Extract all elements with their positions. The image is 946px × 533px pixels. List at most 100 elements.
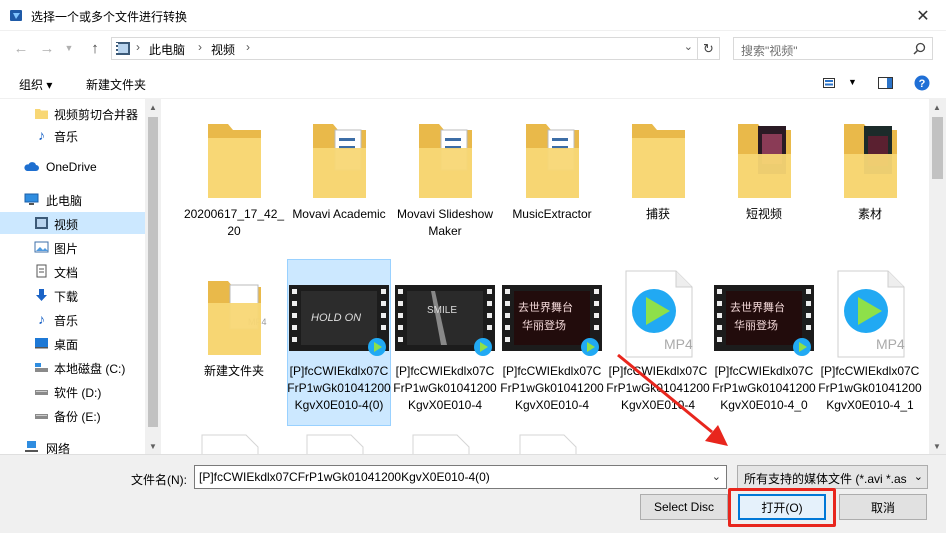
sidebar-item-label: 此电脑	[46, 194, 83, 208]
mp4-label: MP4	[876, 336, 905, 352]
forward-button[interactable]: →	[37, 37, 57, 59]
file-name: 新建文件夹	[203, 364, 264, 378]
address-bar[interactable]: › 此电脑 › 视频 › ⌄	[111, 37, 698, 60]
file-page-icon	[519, 434, 577, 454]
sidebar-item-documents[interactable]: 文档	[0, 260, 145, 282]
folder-icon	[208, 124, 261, 198]
scroll-up-icon[interactable]: ▲	[929, 99, 945, 115]
holdon-text: HOLD ON	[311, 312, 361, 324]
sidebar-item-label: 图片	[54, 242, 79, 256]
file-name: Movavi Academic	[292, 207, 386, 221]
sidebar-item-downloads[interactable]: 下载	[0, 284, 145, 306]
breadcrumb-videos[interactable]: 视频	[211, 41, 235, 58]
up-button[interactable]: ↑	[85, 37, 105, 59]
help-icon[interactable]: ?	[914, 75, 930, 91]
mp4-file-icon: MP4	[837, 270, 905, 358]
chevron-down-icon[interactable]: ⌄	[712, 470, 721, 483]
close-button[interactable]: ✕	[900, 0, 946, 31]
search-icon	[913, 42, 926, 55]
file-page-icon	[201, 434, 259, 454]
navigation-pane: 视频剪切合并器 ♪ 音乐 OneDrive 此电脑 视频 图片 文档 下载 ♪ …	[0, 99, 161, 454]
chevron-down-icon: ⌄	[911, 470, 923, 483]
refresh-button[interactable]: ↻	[698, 37, 720, 60]
sidebar-item-label: 下载	[54, 290, 79, 304]
sidebar-item-drive-c[interactable]: 本地磁盘 (C:)	[0, 356, 145, 378]
sidebar-item-drive-d[interactable]: 软件 (D:)	[0, 380, 145, 402]
file-name: [P]fcCWIEkdlx07CFrP1wGk01041200KgvX0E010…	[818, 364, 922, 412]
sidebar-item-music-quick[interactable]: ♪ 音乐	[0, 124, 145, 146]
folder-document-icon	[419, 124, 472, 198]
folder-icon	[632, 124, 685, 198]
sidebar-item-label: 视频	[54, 218, 79, 232]
red-title-line2: 华丽登场	[522, 318, 566, 332]
red-title-line1: 去世界舞台	[730, 300, 785, 314]
sidebar-item-label: OneDrive	[46, 160, 97, 174]
video-folder-icon	[116, 42, 130, 55]
organize-button[interactable]: 组织 ▾	[19, 76, 52, 93]
scroll-down-icon[interactable]: ▼	[929, 438, 945, 454]
video-thumbnail-icon: 去世界舞台 华丽登场	[714, 285, 814, 356]
sidebar-item-label: 音乐	[54, 130, 79, 144]
sidebar-item-label: 网络	[46, 442, 71, 454]
folder-icon	[35, 109, 48, 119]
sidebar-item-desktop[interactable]: 桌面	[0, 332, 145, 354]
sidebar-item-music[interactable]: ♪ 音乐	[0, 308, 145, 330]
file-page-icon	[412, 434, 470, 454]
computer-icon	[24, 193, 39, 205]
desktop-icon	[35, 338, 48, 349]
video-folder-icon	[35, 217, 48, 229]
file-list-scroll-thumb[interactable]	[932, 117, 943, 179]
sidebar-item-label: 软件 (D:)	[54, 386, 102, 400]
search-input[interactable]: 搜索"视频"	[733, 37, 933, 60]
pictures-icon	[34, 241, 49, 253]
select-disc-button[interactable]: Select Disc	[640, 494, 728, 520]
folder-document-icon	[526, 124, 579, 198]
back-button[interactable]: ←	[11, 37, 31, 59]
filename-input[interactable]: [P]fcCWIEkdlx07CFrP1wGk01041200KgvX0E010…	[194, 465, 727, 489]
scroll-up-icon[interactable]: ▲	[145, 99, 161, 115]
view-mode-icon[interactable]	[823, 78, 835, 88]
chevron-down-icon: ▼	[64, 43, 74, 53]
sidebar-item-label: 视频剪切合并器	[54, 108, 139, 122]
preview-pane-icon[interactable]	[878, 77, 893, 89]
sidebar-item-videos[interactable]: 视频	[0, 212, 145, 234]
sidebar-item-onedrive[interactable]: OneDrive	[0, 156, 145, 178]
up-arrow-icon: ↑	[91, 39, 99, 57]
filename-value: [P]fcCWIEkdlx07CFrP1wGk01041200KgvX0E010…	[199, 470, 490, 484]
file-name: [P]fcCWIEkdlx07CFrP1wGk01041200KgvX0E010…	[606, 364, 710, 412]
folder-mp4-icon: MP4	[208, 281, 267, 355]
red-title-line1: 去世界舞台	[518, 300, 573, 314]
video-thumbnail-icon: 去世界舞台 华丽登场	[502, 285, 602, 356]
drive-icon	[35, 390, 48, 395]
sidebar-scrollbar[interactable]: ▲ ▼	[145, 99, 161, 454]
folder-photo-icon	[738, 124, 791, 198]
cancel-button[interactable]: 取消	[839, 494, 927, 520]
breadcrumb-separator: ›	[246, 40, 250, 54]
file-type-select[interactable]: 所有支持的媒体文件 (*.avi *.as ⌄	[737, 465, 928, 489]
recent-locations-button[interactable]: ▼	[59, 37, 79, 59]
app-icon	[10, 10, 22, 21]
breadcrumb-this-pc[interactable]: 此电脑	[149, 41, 185, 58]
sidebar-scroll-thumb[interactable]	[148, 117, 158, 427]
filename-label: 文件名(N):	[131, 473, 187, 487]
sidebar-item-network[interactable]: 网络	[0, 436, 145, 454]
view-options-chevron-icon[interactable]: ▼	[848, 77, 857, 87]
cloud-icon	[24, 162, 39, 171]
drive-icon	[35, 363, 48, 372]
file-name: MusicExtractor	[512, 207, 592, 221]
scroll-down-icon[interactable]: ▼	[145, 438, 161, 454]
search-placeholder: 搜索"视频"	[741, 44, 798, 58]
sidebar-item-video-joiner[interactable]: 视频剪切合并器	[0, 102, 145, 124]
sidebar-item-this-pc[interactable]: 此电脑	[0, 188, 145, 210]
address-history-chevron-icon[interactable]: ⌄	[684, 40, 693, 53]
file-type-value: 所有支持的媒体文件 (*.avi *.as	[744, 472, 907, 486]
sidebar-item-drive-e[interactable]: 备份 (E:)	[0, 404, 145, 426]
title-bar: 选择一个或多个文件进行转换 ✕	[0, 0, 946, 31]
documents-icon	[36, 264, 47, 278]
file-name: [P]fcCWIEkdlx07CFrP1wGk01041200KgvX0E010…	[287, 364, 391, 412]
new-folder-button[interactable]: 新建文件夹	[86, 76, 146, 93]
sidebar-item-pictures[interactable]: 图片	[0, 236, 145, 258]
music-icon: ♪	[38, 311, 45, 327]
file-list-scrollbar[interactable]: ▲ ▼	[929, 99, 946, 454]
red-title-line2: 华丽登场	[734, 318, 778, 332]
